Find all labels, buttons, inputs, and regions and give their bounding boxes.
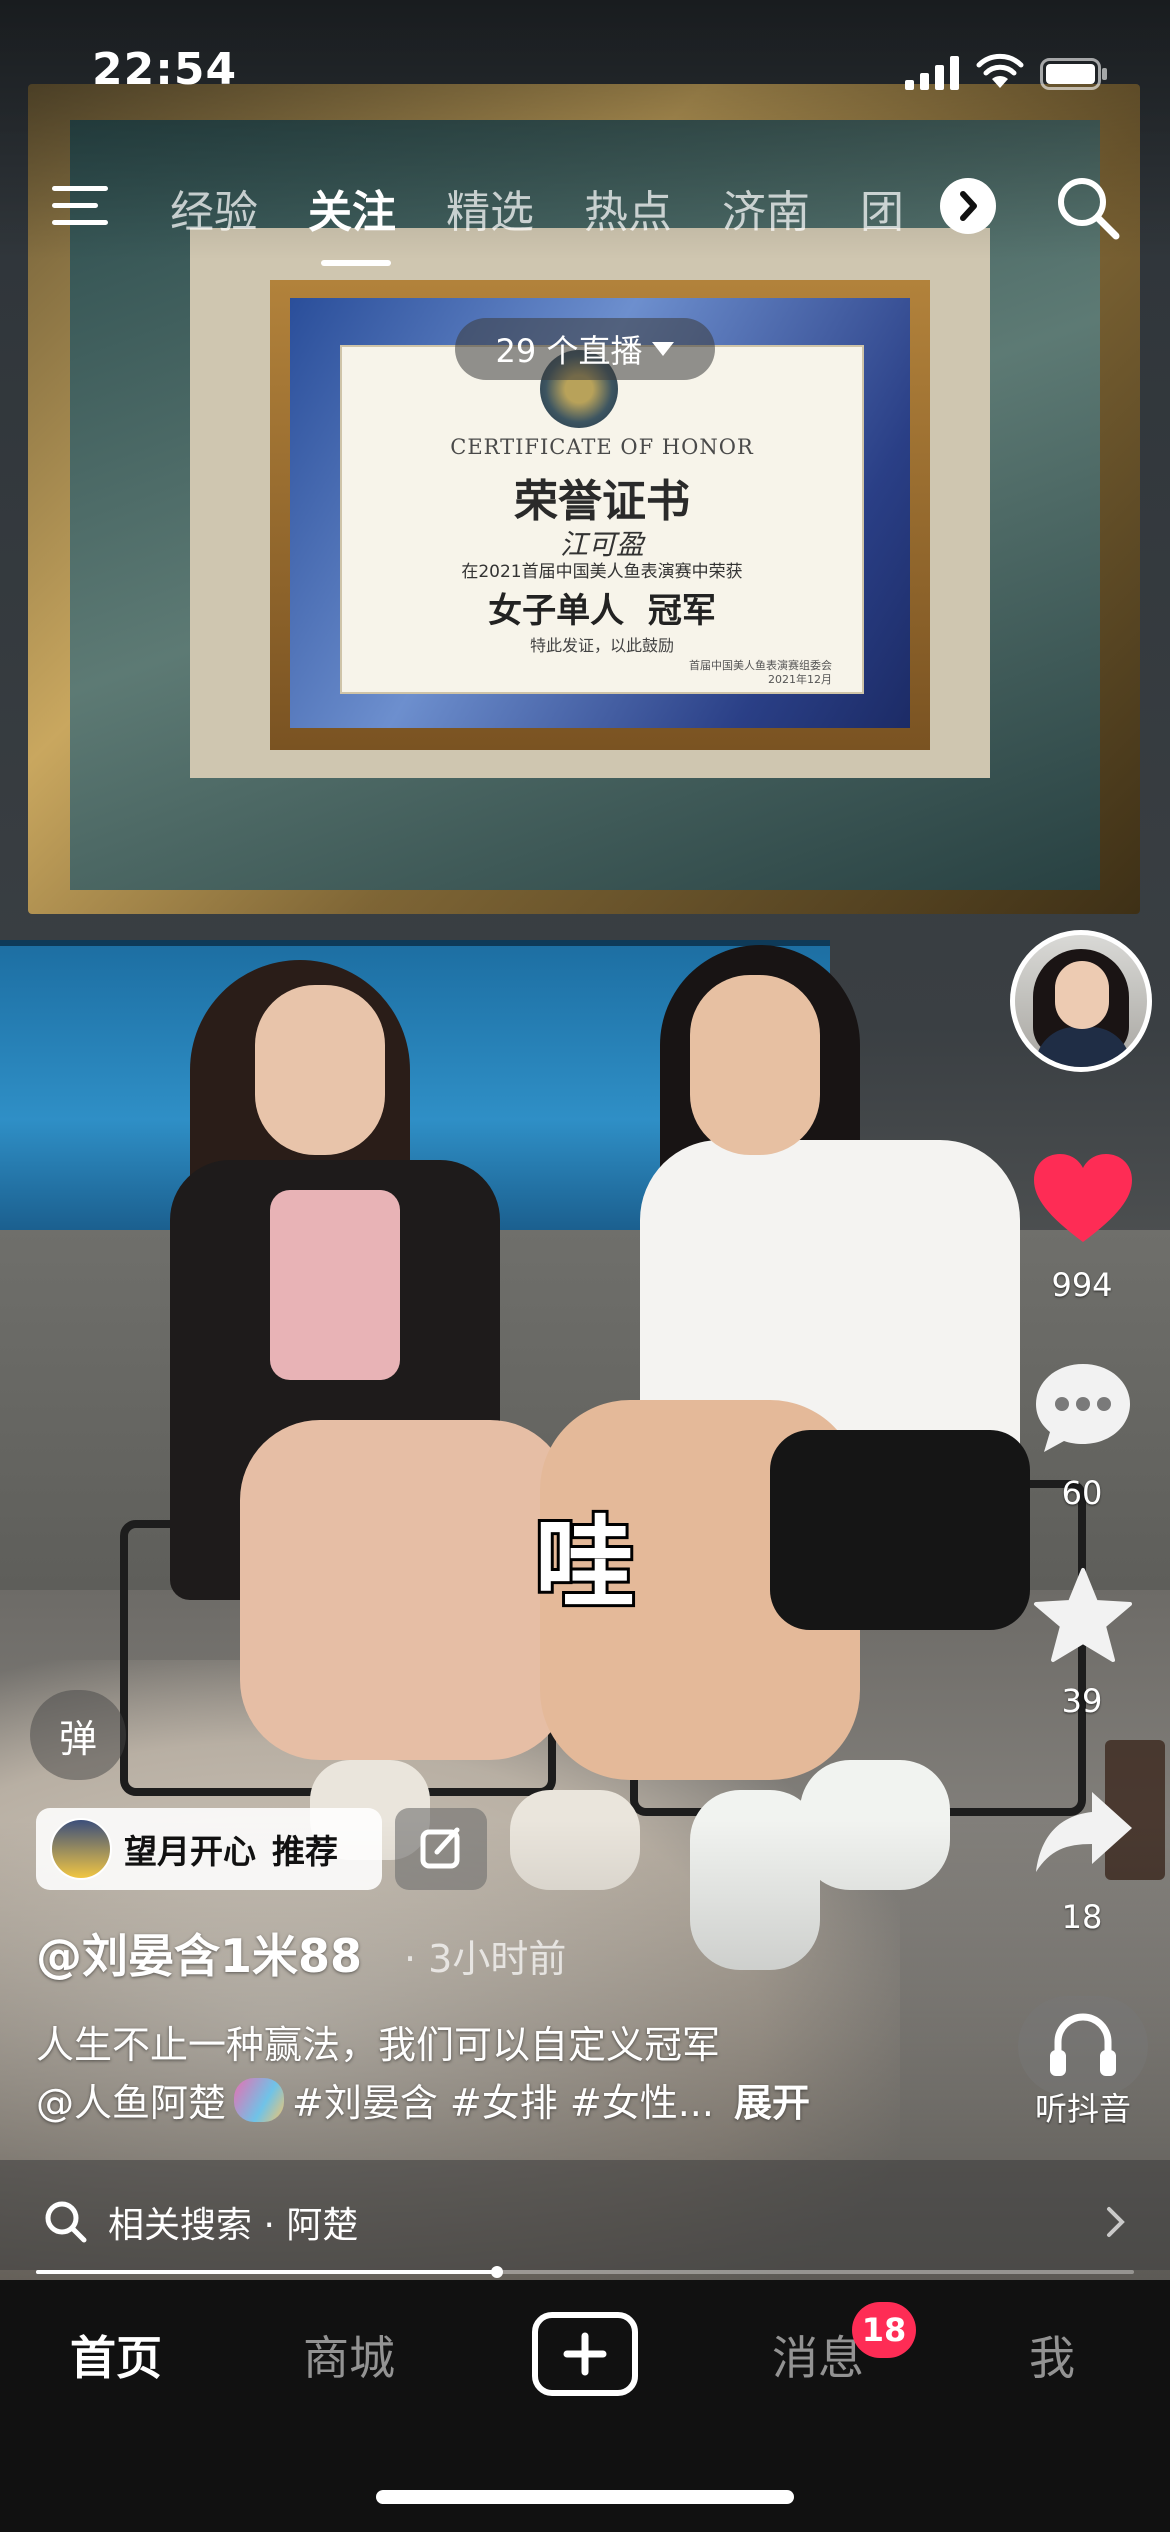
tab-jinan[interactable]: 济南 [722,176,860,238]
caption-text: 人生不止一种赢法，我们可以自定义冠军 [36,2023,721,2067]
chevron-right-icon [1107,2207,1125,2237]
star-icon[interactable] [1028,1566,1138,1666]
favorite-count: 39 [1061,1682,1103,1720]
tab-mall[interactable]: 商城 [259,2322,439,2388]
certificate-footer: 首届中国美人鱼表演赛组委会 2021年12月 [689,659,832,687]
avatar-face [1055,961,1109,1029]
more-tabs-button[interactable] [940,178,996,234]
comment-count: 60 [1061,1474,1103,1512]
chevron-right-icon [960,191,977,221]
tab-following[interactable]: 关注 [308,176,446,238]
status-time: 22:54 [92,44,238,95]
certificate-award: 女子单人 冠军 [488,591,716,631]
danmu-label: 弹 [58,1716,97,1761]
certificate-title-cn: 荣誉证书 [514,476,690,527]
heart-icon[interactable] [1028,1150,1138,1250]
live-count-button[interactable]: 29 个直播 [455,318,715,380]
recommendation-label: 推荐 [272,1832,338,1871]
menu-icon[interactable] [52,182,112,230]
listen-button[interactable] [1018,1996,1148,2096]
caption-mention[interactable]: @人鱼阿楚 [36,2072,226,2127]
caption-hashtags[interactable]: #刘晏含 #女排 #女性... [292,2072,714,2127]
recommender-name: 望月开心 [124,1832,256,1871]
top-tabs: 经验 关注 精选 热点 济南 团 [170,176,930,238]
caption-tags: @人鱼阿楚 #刘晏含 #女排 #女性... 展开 [36,2072,810,2127]
search-icon[interactable] [1052,172,1122,242]
person-right-face [690,975,820,1155]
battery-icon [1040,58,1107,90]
messages-badge: 18 [852,2302,916,2358]
danmu-toggle[interactable]: 弹 [30,1690,126,1780]
person-left-legs [240,1420,570,1760]
like-count: 994 [1051,1266,1113,1304]
comment-icon[interactable] [1028,1358,1138,1458]
mermaid-emoji-icon [234,2077,285,2122]
active-tab-indicator [321,260,391,266]
certificate-date: 2021年12月 [768,673,832,686]
home-indicator [376,2490,794,2504]
recommendation-card[interactable]: 望月开心 推荐 [36,1808,382,1890]
plus-icon [563,2332,607,2376]
tab-experience[interactable]: 经验 [170,176,308,238]
author-avatar[interactable] [1010,930,1152,1072]
cellular-signal-icon [905,56,959,90]
listen-label: 听抖音 [1034,2090,1131,2128]
wifi-icon [976,53,1024,88]
headphones-icon [1050,2013,1116,2076]
create-button[interactable] [532,2312,638,2396]
edit-recommendation-button[interactable] [395,1808,487,1890]
video-progress-fill [36,2270,497,2274]
author-name[interactable]: @刘晏含1米88 [36,1920,362,1986]
tab-group[interactable]: 团 [860,176,920,238]
expand-caption-button[interactable]: 展开 [734,2072,810,2127]
share-count: 18 [1061,1898,1103,1936]
edit-icon [420,1827,460,1869]
person-right-shorts [770,1430,1030,1630]
live-count-label: 29 个直播 [495,332,643,370]
tab-featured[interactable]: 精选 [446,176,584,238]
certificate-issuer: 首届中国美人鱼表演赛组委会 [689,659,832,672]
share-icon[interactable] [1028,1782,1138,1882]
tab-trending[interactable]: 热点 [584,176,722,238]
certificate-line1: 在2021首届中国美人鱼表演赛中荣获 [461,562,743,582]
certificate-line3: 特此发证，以此鼓励 [529,636,674,655]
search-icon [45,2201,87,2243]
related-search-label: 相关搜索 · 阿楚 [108,2205,359,2246]
person-left-top [270,1190,400,1380]
post-time: · 3小时前 [404,1937,567,1981]
tab-home[interactable]: 首页 [26,2322,206,2388]
video-progress-handle[interactable] [491,2266,503,2278]
caret-down-icon [652,342,675,356]
tab-me[interactable]: 我 [962,2322,1142,2388]
video-subtitle: 哇 [532,1502,638,1625]
recommender-avatar [50,1818,112,1880]
person-left-face [255,985,385,1155]
certificate-title-en: CERTIFICATE OF HONOR [450,435,754,459]
